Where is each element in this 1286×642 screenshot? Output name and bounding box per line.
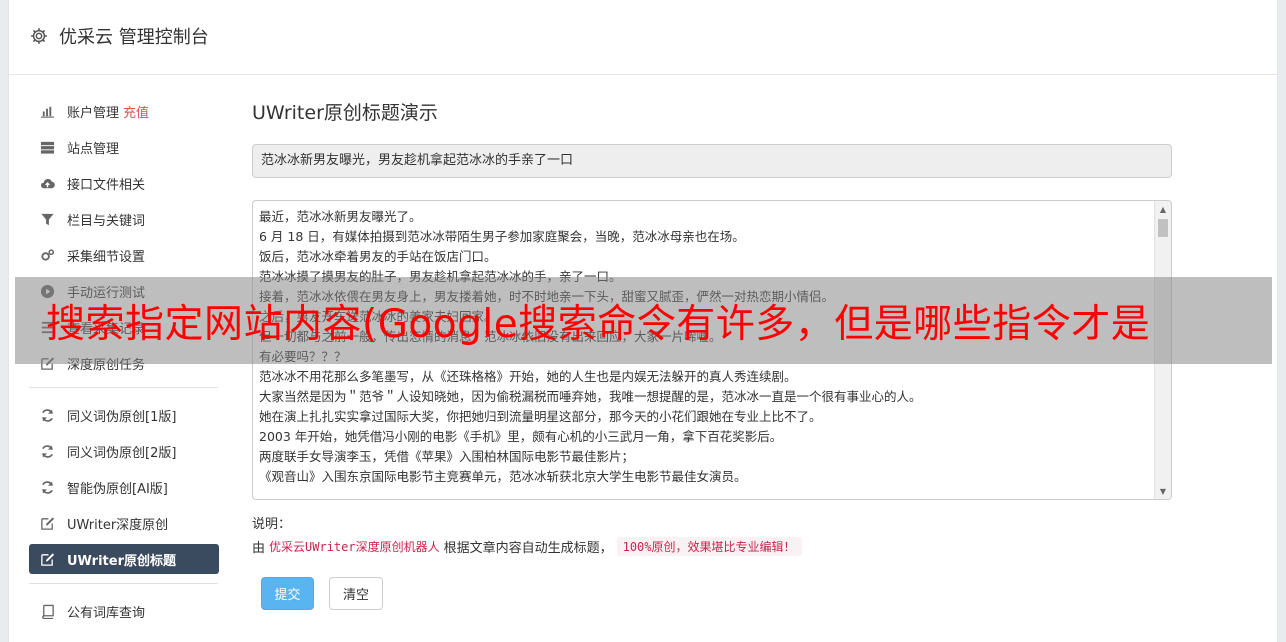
app-title: 优采云 管理控制台 bbox=[59, 27, 209, 48]
cloud-upload-icon bbox=[39, 175, 55, 191]
refresh-icon bbox=[39, 407, 55, 423]
content-line: 两度联手女导演李玉，凭借《苹果》入围柏林国际电影节最佳影片； bbox=[259, 449, 635, 464]
sidebar-item[interactable]: 智能伪原创[AI版] bbox=[29, 472, 219, 502]
sidebar-item[interactable]: 站点管理 bbox=[29, 132, 219, 162]
sidebar-item[interactable]: 同义词伪原创[1版] bbox=[29, 400, 219, 430]
sidebar-item-label: 栏目与关键词 bbox=[67, 213, 146, 229]
content-line: 《观音山》入围东京国际电影节主竞赛单元，范冰冰斩获北京大学生电影节最佳女演员。 bbox=[259, 469, 747, 484]
note-label: 说明： bbox=[252, 517, 292, 532]
sidebar-item[interactable]: 同义词伪原创[2版] bbox=[29, 436, 219, 466]
sidebar-item[interactable]: UWriter深度原创 bbox=[29, 508, 219, 538]
main-panel: UWriter原创标题演示 范冰冰新男友曝光，男友趁机拿起范冰冰的手亲了一口 最… bbox=[252, 100, 1174, 610]
sidebar-item-label: 站点管理 bbox=[67, 141, 120, 157]
note-description: 由 优采云UWriter深度原创机器人 根据文章内容自动生成标题， 100%原创… bbox=[252, 536, 802, 556]
scroll-up-icon[interactable]: ▲ bbox=[1155, 201, 1171, 217]
refresh-icon bbox=[39, 443, 55, 459]
sidebar-item-label: 公有词库查询 bbox=[67, 605, 146, 621]
note-highlight: 100%原创，效果堪比专业编辑！ bbox=[616, 536, 802, 556]
content-line: 最近，范冰冰新男友曝光了。 bbox=[259, 209, 422, 224]
refresh-icon bbox=[39, 479, 55, 495]
sidebar-item-label: 同义词伪原创[2版] bbox=[67, 445, 177, 461]
sidebar-item-label: 采集细节设置 bbox=[67, 249, 146, 265]
server-icon bbox=[39, 139, 55, 155]
watermark-text: 搜索指定网站内容(Google搜索命令有许多，但是哪些指令才是 bbox=[46, 302, 1151, 347]
sidebar-item[interactable]: 公有词库查询 bbox=[29, 596, 219, 626]
sidebar-item[interactable]: 采集细节设置 bbox=[29, 240, 219, 270]
sidebar-item-label: UWriter原创标题 bbox=[67, 553, 176, 569]
sidebar-item-label: 智能伪原创[AI版] bbox=[67, 481, 168, 497]
content-line: 范冰冰不用花那么多笔墨写，从《还珠格格》开始，她的人生也是内娱无法躲开的真人秀连… bbox=[259, 369, 797, 384]
sidebar-item-label: UWriter深度原创 bbox=[67, 517, 169, 533]
top-bar: 优采云 管理控制台 bbox=[9, 0, 1277, 75]
gear-icon bbox=[31, 28, 47, 44]
sidebar-item[interactable]: 栏目与关键词 bbox=[29, 204, 219, 234]
watermark-banner: 搜索指定网站内容(Google搜索命令有许多，但是哪些指令才是 bbox=[15, 277, 1272, 364]
content-line: 她在演上扎扎实实拿过国际大奖，你把她归到流量明星这部分，那今天的小花们跟她在专业… bbox=[259, 409, 822, 424]
sidebar-item[interactable]: UWriter原创标题 bbox=[29, 544, 219, 574]
sidebar: 账户管理充值站点管理接口文件相关栏目与关键词采集细节设置手动运行测试查看采集记录… bbox=[29, 96, 219, 632]
content-line: 2003 年开始，她凭借冯小刚的电影《手机》里，颇有心机的小三武月一角，拿下百花… bbox=[259, 429, 783, 444]
sidebar-divider bbox=[29, 583, 218, 584]
page-title: UWriter原创标题演示 bbox=[252, 102, 438, 124]
sidebar-item[interactable]: 接口文件相关 bbox=[29, 168, 219, 198]
brand: 优采云 管理控制台 bbox=[29, 24, 209, 48]
sidebar-item[interactable]: 账户管理 充值 bbox=[29, 96, 219, 126]
edit-icon bbox=[39, 515, 55, 531]
scroll-down-icon[interactable]: ▼ bbox=[1155, 483, 1171, 499]
cogs-icon bbox=[39, 247, 55, 263]
content-line: 6 月 18 日，有媒体拍摄到范冰冰带陌生男子参加家庭聚会，当晚，范冰冰母亲也在… bbox=[259, 229, 745, 244]
edit-icon bbox=[39, 551, 55, 567]
sidebar-item-label: 接口文件相关 bbox=[67, 177, 146, 193]
bar-chart-icon bbox=[39, 103, 55, 119]
filter-icon bbox=[39, 211, 55, 227]
note-middle: 根据文章内容自动生成标题， bbox=[443, 540, 613, 556]
clear-button[interactable]: 清空 bbox=[329, 577, 383, 610]
recharge-link[interactable]: 充值 bbox=[123, 102, 149, 121]
note-robot-name: 优采云UWriter深度原创机器人 bbox=[269, 539, 440, 554]
note-prefix: 由 bbox=[252, 540, 266, 556]
sidebar-divider bbox=[29, 387, 218, 388]
submit-button[interactable]: 提交 bbox=[261, 577, 314, 610]
content-line: 大家当然是因为＂范爷＂人设知晓她，因为偷税漏税而唾弃她，我唯一想提醒的是，范冰冰… bbox=[259, 389, 922, 404]
title-output-field[interactable]: 范冰冰新男友曝光，男友趁机拿起范冰冰的手亲了一口 bbox=[252, 144, 1172, 178]
scroll-thumb[interactable] bbox=[1158, 219, 1168, 237]
content-line: 饭后，范冰冰牵着男友的手站在饭店门口。 bbox=[259, 249, 497, 264]
book-icon bbox=[39, 603, 55, 619]
sidebar-item-label: 同义词伪原创[1版] bbox=[67, 409, 177, 425]
sidebar-item-label: 账户管理 bbox=[67, 105, 120, 121]
